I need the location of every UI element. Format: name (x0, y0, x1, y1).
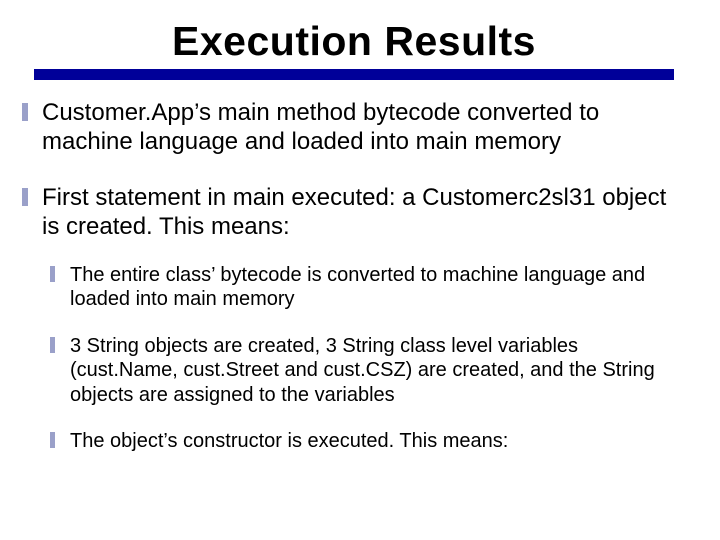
page-title: Execution Results (16, 18, 692, 65)
bullet-item: First statement in main executed: a Cust… (18, 183, 686, 454)
title-underline (34, 69, 674, 80)
bullet-item: Customer.App’s main method bytecode conv… (18, 98, 686, 157)
sub-bullet-text: 3 String objects are created, 3 String c… (70, 335, 655, 406)
sub-bullet-item: The object’s constructor is executed. Th… (48, 429, 686, 453)
sub-bullet-list: The entire class’ bytecode is converted … (48, 263, 686, 453)
slide: Execution Results Customer.App’s main me… (0, 0, 720, 540)
sub-bullet-text: The entire class’ bytecode is converted … (70, 264, 645, 310)
bullet-list: Customer.App’s main method bytecode conv… (16, 98, 692, 453)
bullet-text: Customer.App’s main method bytecode conv… (42, 99, 599, 155)
bullet-text: First statement in main executed: a Cust… (42, 184, 666, 240)
sub-bullet-text: The object’s constructor is executed. Th… (70, 430, 508, 452)
sub-bullet-item: The entire class’ bytecode is converted … (48, 263, 686, 312)
sub-bullet-item: 3 String objects are created, 3 String c… (48, 334, 686, 407)
